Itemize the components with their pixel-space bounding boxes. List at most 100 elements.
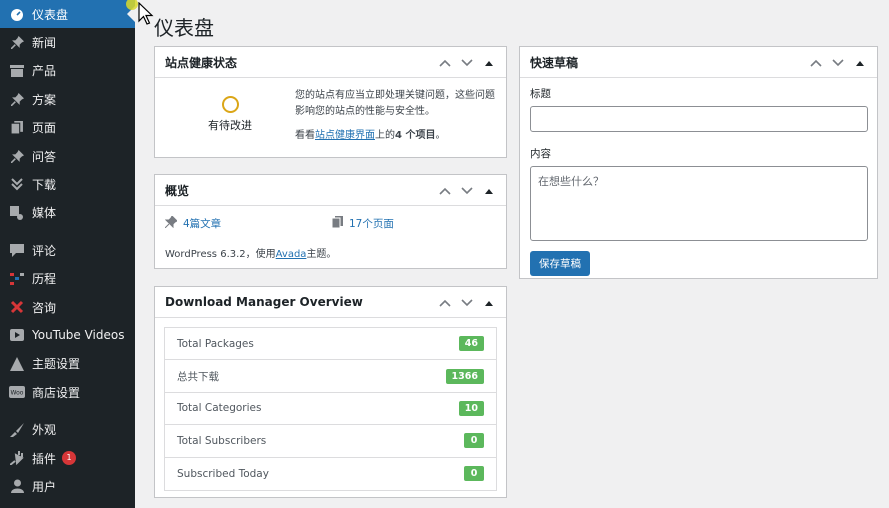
widget-header: 站点健康状态: [155, 47, 506, 78]
sidebar-item-label: 插件: [32, 451, 57, 466]
user-icon: [9, 478, 25, 494]
collapse-toggle-icon[interactable]: [478, 184, 500, 197]
draft-title-input[interactable]: [530, 106, 868, 132]
sidebar-item-6[interactable]: 下载: [0, 170, 135, 198]
move-up-icon[interactable]: [434, 56, 456, 69]
sidebar-item-10[interactable]: 咨询: [0, 293, 135, 321]
video-icon: [9, 327, 25, 343]
sidebar-item-16[interactable]: 用户: [0, 472, 135, 500]
sidebar-item-label: 主题设置: [32, 357, 81, 372]
page-title: 仪表盘: [154, 16, 214, 40]
move-up-icon[interactable]: [805, 56, 827, 69]
sidebar-item-5[interactable]: 问答: [0, 142, 135, 170]
sidebar-item-label: 问答: [32, 149, 57, 164]
sidebar-item-13[interactable]: Woo 商店设置: [0, 378, 135, 406]
sidebar-item-7[interactable]: 媒体: [0, 199, 135, 227]
timeline-icon: [9, 271, 25, 287]
mouse-cursor-icon: [138, 2, 154, 25]
form-icon: [9, 299, 25, 315]
sidebar-item-4[interactable]: 页面: [0, 114, 135, 142]
widget-title: Download Manager Overview: [165, 295, 363, 309]
move-down-icon[interactable]: [456, 296, 478, 309]
sidebar-item-label: 历程: [32, 272, 57, 287]
move-down-icon[interactable]: [456, 56, 478, 69]
dashboard-icon: [9, 6, 25, 22]
stat-value-badge: 0: [464, 433, 484, 449]
stat-value-badge: 0: [464, 466, 484, 482]
at-a-glance-widget: 概览 4篇文章 17个页面 WordPress 6.3.2，使用Avada主题。: [154, 174, 507, 269]
sidebar-item-label: YouTube Videos: [32, 328, 125, 343]
woo-icon: Woo: [9, 384, 25, 400]
stat-value-badge: 1366: [445, 368, 484, 384]
sidebar-item-label: 评论: [32, 243, 57, 258]
collapse-toggle-icon[interactable]: [849, 56, 871, 69]
widget-title: 站点健康状态: [165, 55, 238, 70]
sidebar-item-2[interactable]: 产品: [0, 57, 135, 85]
wordpress-version-text: WordPress 6.3.2，使用Avada主题。: [165, 249, 337, 260]
collapse-toggle-icon[interactable]: [478, 56, 500, 69]
content-label: 内容: [530, 148, 551, 160]
move-up-icon[interactable]: [434, 296, 456, 309]
pin-icon: [164, 215, 178, 231]
sidebar-item-label: 商店设置: [32, 385, 81, 400]
collapse-toggle-icon[interactable]: [478, 296, 500, 309]
pages-count-link[interactable]: 17个页面: [331, 216, 394, 231]
widget-title: 快速草稿: [530, 55, 579, 70]
title-label: 标题: [530, 88, 551, 100]
table-row: Total Categories 10: [165, 393, 496, 426]
sidebar-item-label: 媒体: [32, 206, 57, 221]
posts-count-link[interactable]: 4篇文章: [164, 215, 332, 231]
menu-separator: [0, 227, 135, 236]
stat-label: Total Subscribers: [177, 434, 267, 447]
sidebar-item-9[interactable]: 历程: [0, 265, 135, 293]
sidebar-item-label: 产品: [32, 64, 57, 79]
save-draft-button[interactable]: 保存草稿: [530, 251, 590, 276]
move-down-icon[interactable]: [456, 184, 478, 197]
draft-content-textarea[interactable]: 在想些什么？: [530, 166, 868, 241]
comment-icon: [9, 242, 25, 258]
plugin-icon: [9, 450, 25, 466]
theme-link[interactable]: Avada: [276, 249, 307, 260]
widget-controls: [805, 56, 877, 69]
widget-header: Download Manager Overview: [155, 287, 506, 318]
health-link-line: 看看站点健康界面上的4 个项目。: [295, 130, 446, 141]
sidebar-item-label: 下载: [32, 178, 57, 193]
health-indicator: 有待改进: [165, 88, 295, 152]
menu-separator: [0, 406, 135, 415]
stat-label: 总共下载: [177, 370, 219, 383]
sidebar-item-label: 页面: [32, 121, 57, 136]
sidebar-item-label: 新闻: [32, 36, 57, 51]
health-issue-count: 4 个项目: [395, 130, 436, 141]
sidebar-item-0[interactable]: 仪表盘: [0, 0, 135, 29]
pin-icon: [9, 91, 25, 107]
svg-text:Woo: Woo: [11, 390, 24, 397]
page-icon: [331, 216, 343, 231]
pin-icon: [9, 148, 25, 164]
sidebar-item-label: 咨询: [32, 300, 57, 315]
widget-header: 快速草稿: [520, 47, 877, 78]
sidebar-item-1[interactable]: 新闻: [0, 28, 135, 56]
widget-title: 概览: [165, 183, 190, 198]
site-health-link[interactable]: 站点健康界面: [315, 130, 375, 141]
move-up-icon[interactable]: [434, 184, 456, 197]
table-row: 总共下载 1366: [165, 360, 496, 393]
brush-icon: [9, 422, 25, 438]
quick-draft-widget: 快速草稿 标题 内容 在想些什么？ 保存草稿: [519, 46, 878, 279]
sidebar-item-14[interactable]: 外观: [0, 415, 135, 443]
download-manager-overview-widget: Download Manager Overview Total Packages…: [154, 286, 507, 498]
table-row: Subscribed Today 0: [165, 458, 496, 490]
sidebar-item-12[interactable]: 主题设置: [0, 350, 135, 378]
archive-icon: [9, 63, 25, 79]
sidebar-item-15[interactable]: 插件 1: [0, 444, 135, 472]
sidebar-item-label: 用户: [32, 479, 57, 494]
sidebar-item-8[interactable]: 评论: [0, 236, 135, 264]
pin-icon: [9, 35, 25, 51]
health-status-text: 有待改进: [208, 119, 252, 132]
move-down-icon[interactable]: [827, 56, 849, 69]
cursor-highlight: [126, 0, 138, 10]
site-health-widget: 站点健康状态 有待改进 您的站点有应当立即处理关键问题，这些问题影响您的站点的性…: [154, 46, 507, 158]
sidebar-item-11[interactable]: YouTube Videos: [0, 321, 135, 349]
sidebar-item-3[interactable]: 方案: [0, 85, 135, 113]
download-icon: [9, 177, 25, 193]
admin-sidebar: 仪表盘新闻产品方案页面问答下载媒体评论历程咨询 YouTube Videos 主题设…: [0, 0, 135, 508]
